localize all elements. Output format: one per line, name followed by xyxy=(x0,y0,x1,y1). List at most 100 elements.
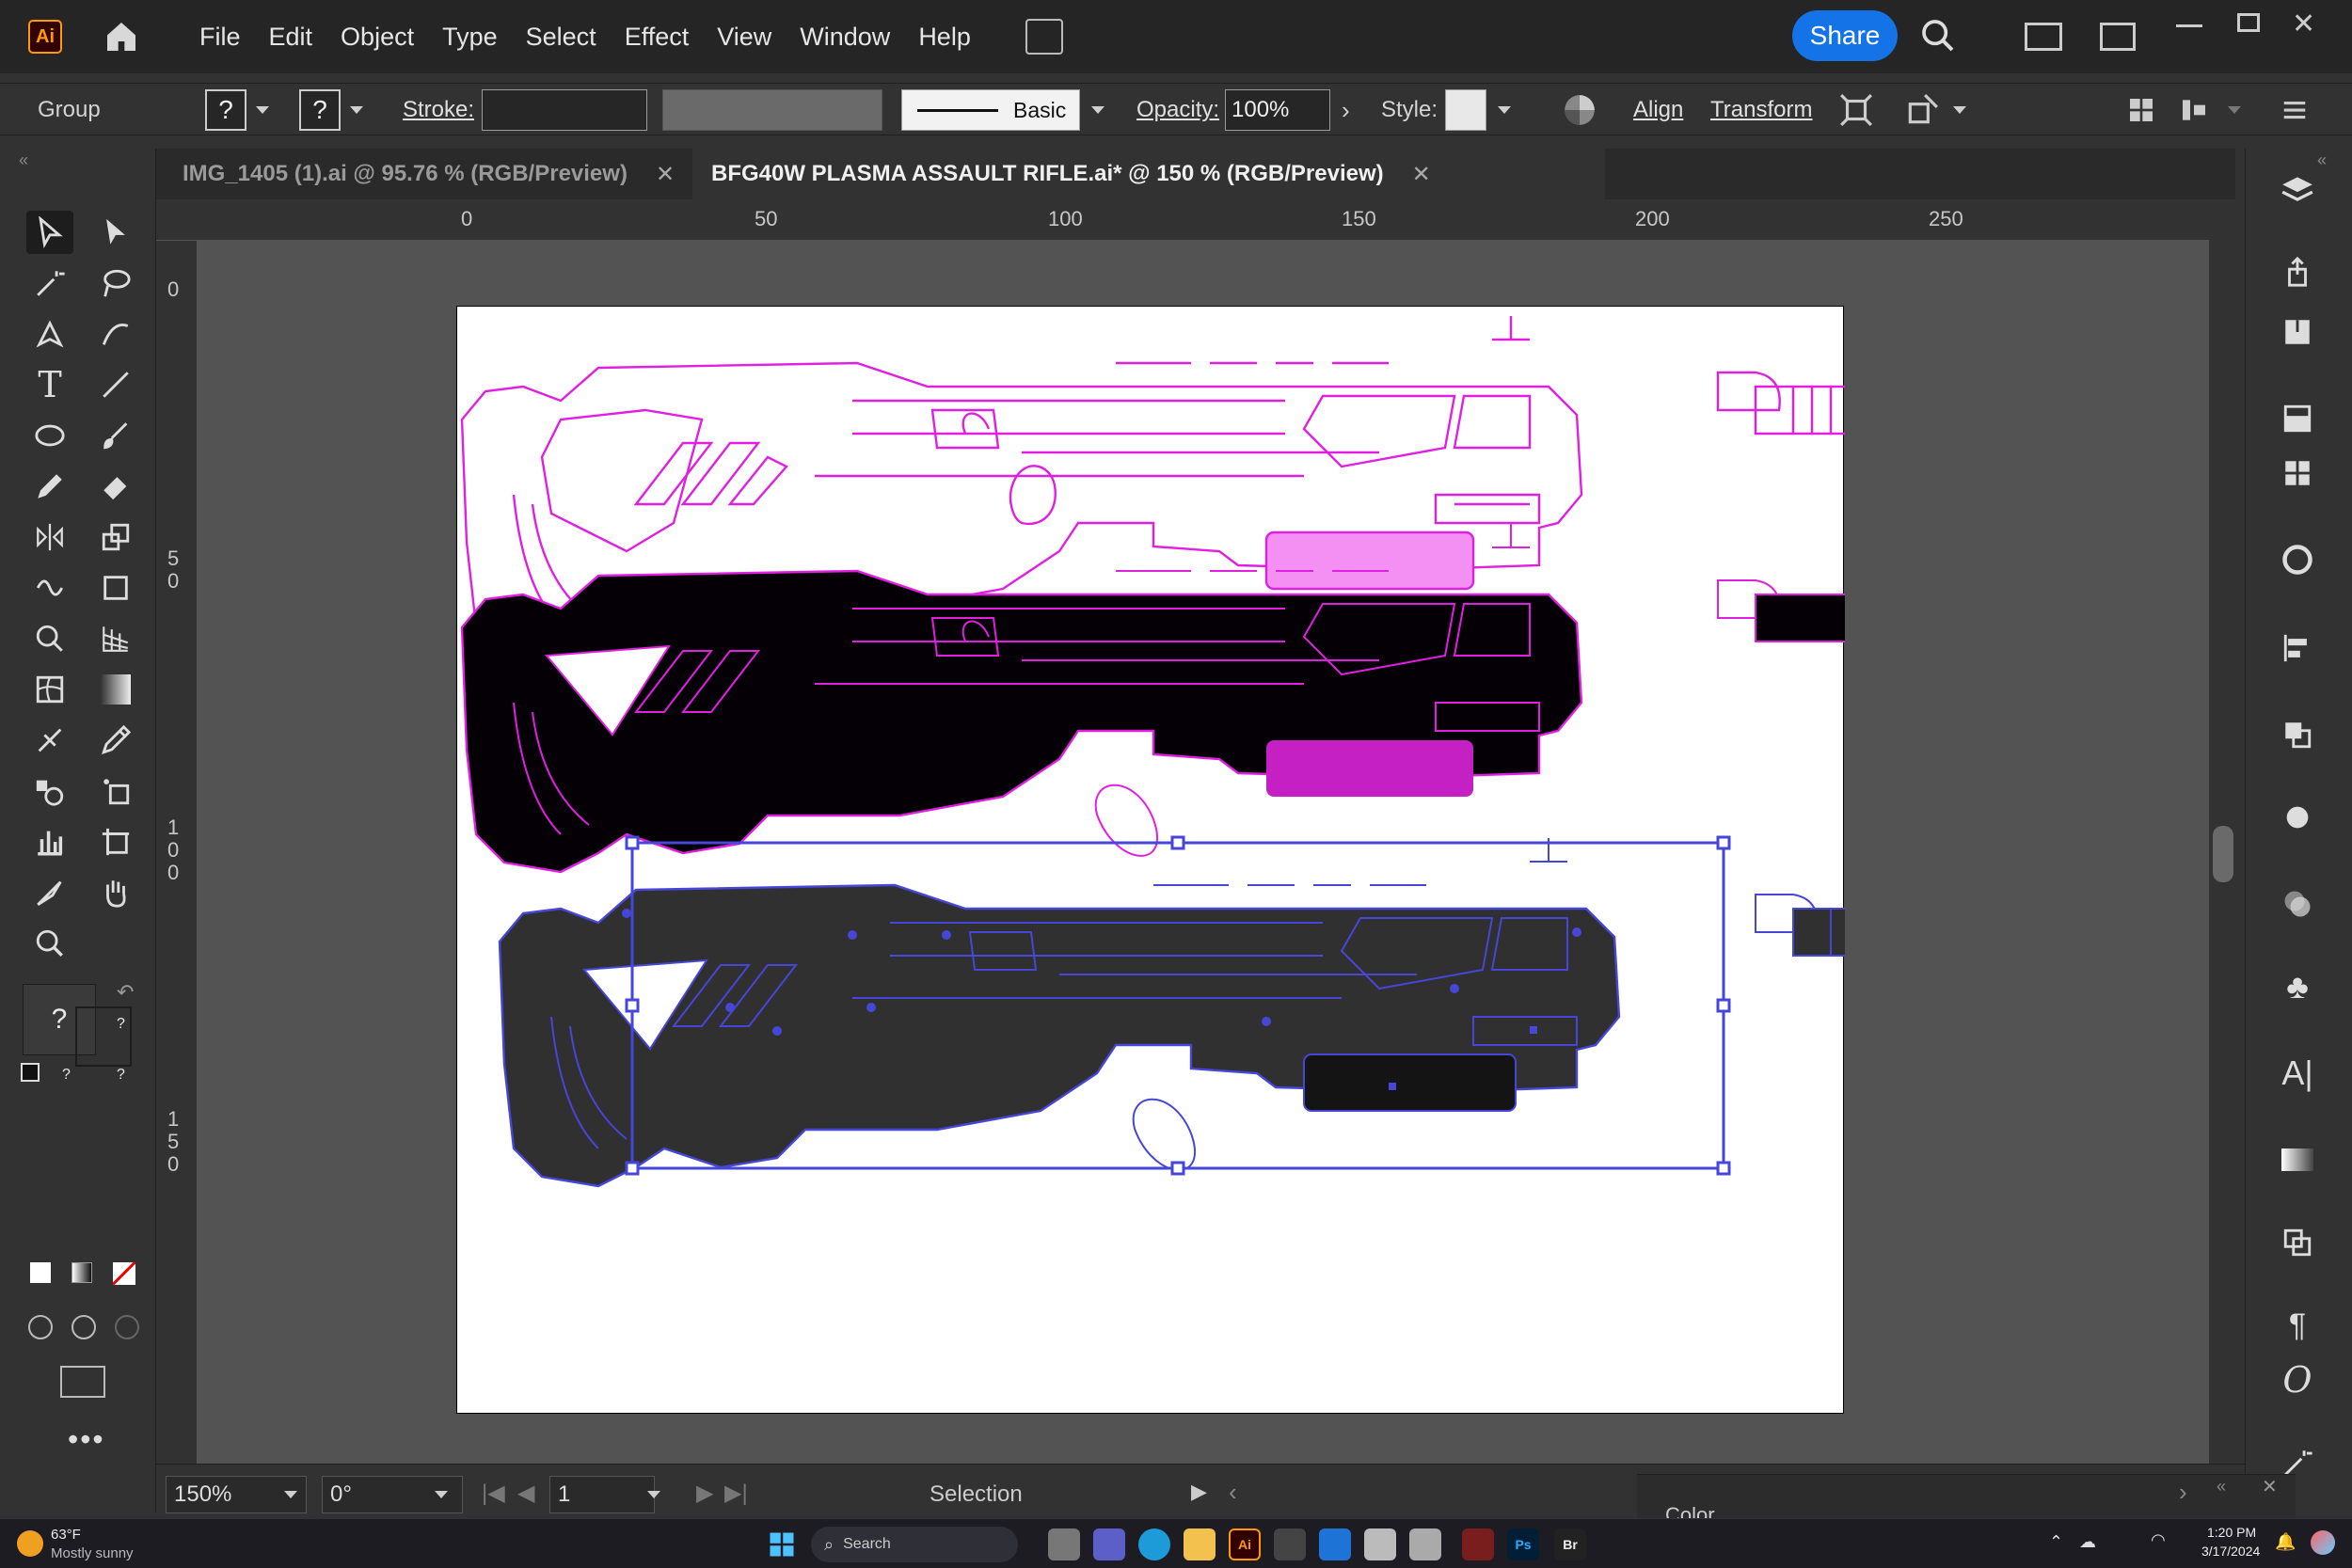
illustrator-taskbar-icon[interactable]: Ai xyxy=(1229,1528,1261,1560)
symbol-sprayer-tool-icon[interactable] xyxy=(26,769,73,813)
eyedropper-tool-icon[interactable] xyxy=(92,719,139,762)
tab-img-1405[interactable]: IMG_1405 (1).ai @ 95.76 % (RGB/Preview) … xyxy=(183,149,675,199)
tab-bfg40w[interactable]: BFG40W PLASMA ASSAULT RIFLE.ai* @ 150 % … xyxy=(692,149,1605,199)
menu-help[interactable]: Help xyxy=(918,23,971,52)
onedrive-icon[interactable]: ☁ xyxy=(2079,1532,2096,1552)
last-artboard-icon[interactable]: ▶| xyxy=(724,1480,748,1507)
scale-tool-icon[interactable] xyxy=(92,515,139,559)
curvature-tool-icon[interactable] xyxy=(92,312,139,356)
draw-inside-icon[interactable] xyxy=(115,1315,139,1339)
search-icon[interactable] xyxy=(1919,17,1957,59)
draw-normal-icon[interactable] xyxy=(28,1315,53,1339)
app-icon[interactable] xyxy=(1409,1528,1441,1560)
layers-icon[interactable] xyxy=(2274,166,2321,213)
pathfinder-icon[interactable] xyxy=(2274,711,2321,758)
maximize-icon[interactable] xyxy=(2237,13,2260,32)
distribute-icon[interactable] xyxy=(2179,84,2209,136)
photoshop-icon[interactable]: Ps xyxy=(1507,1528,1539,1560)
paintbrush-tool-icon[interactable] xyxy=(92,414,139,457)
distribute-dropdown-icon[interactable] xyxy=(2228,84,2241,136)
isolate-group-icon[interactable] xyxy=(1838,84,1874,136)
status-menu-icon[interactable]: ▶ xyxy=(1191,1480,1207,1504)
opacity-field[interactable]: 100% xyxy=(1225,89,1330,131)
copilot-icon[interactable] xyxy=(2311,1530,2335,1555)
type-tool-icon[interactable]: T xyxy=(26,363,73,406)
taskbar-search-box[interactable]: ⌕ Search xyxy=(811,1527,1018,1562)
zoom-tool-icon[interactable] xyxy=(26,922,73,965)
next-artboard-icon[interactable]: ▶ xyxy=(696,1480,713,1507)
swap-fill-stroke-icon[interactable]: ↶ xyxy=(117,980,134,1005)
gradient-panel-icon[interactable] xyxy=(2274,1136,2321,1183)
menu-edit[interactable]: Edit xyxy=(269,23,313,52)
close-tab-icon[interactable]: ✕ xyxy=(1412,161,1431,188)
paragraph-icon[interactable]: ¶ xyxy=(2274,1302,2321,1349)
close-tab-icon[interactable]: ✕ xyxy=(656,161,675,188)
color-mode-icon[interactable] xyxy=(30,1262,51,1283)
collapse-icon[interactable]: « xyxy=(19,150,28,170)
default-fill-stroke-icon[interactable] xyxy=(21,1063,40,1082)
opacity-arrow-icon[interactable]: › xyxy=(1342,84,1350,136)
store-icon[interactable] xyxy=(1274,1528,1306,1560)
free-transform-tool-icon[interactable] xyxy=(92,566,139,610)
reflect-tool-icon[interactable] xyxy=(26,515,73,559)
minimize-icon[interactable] xyxy=(2176,24,2202,27)
menu-effect[interactable]: Effect xyxy=(625,23,690,52)
teams-icon[interactable] xyxy=(1093,1528,1125,1560)
gradient-mode-icon[interactable] xyxy=(72,1262,92,1283)
blend-tool-icon[interactable] xyxy=(26,719,73,762)
wifi-icon[interactable]: ◠ xyxy=(2151,1530,2166,1550)
fill-dropdown-icon[interactable] xyxy=(256,84,269,136)
close-icon[interactable]: ✕ xyxy=(2292,8,2315,40)
home-icon[interactable] xyxy=(100,15,143,58)
notification-bell-icon[interactable]: 🔔 xyxy=(2275,1532,2296,1552)
asset-export-icon[interactable] xyxy=(2274,248,2321,295)
character-icon[interactable]: A| xyxy=(2274,1050,2321,1097)
shape-builder-tool-icon[interactable] xyxy=(26,617,73,660)
puppet-warp-icon[interactable] xyxy=(1904,84,1940,136)
swatches-icon[interactable] xyxy=(2274,450,2321,497)
column-graph-tool-icon[interactable] xyxy=(26,820,73,863)
opacity-label[interactable]: Opacity: xyxy=(1136,84,1219,136)
transform-panel-icon[interactable] xyxy=(2274,1219,2321,1266)
pen-tool-icon[interactable] xyxy=(26,312,73,356)
menu-select[interactable]: Select xyxy=(526,23,596,52)
task-view-icon[interactable] xyxy=(1048,1528,1080,1560)
scroll-thumb[interactable] xyxy=(2213,826,2233,882)
recolor-artwork-icon[interactable] xyxy=(1562,84,1597,136)
clock-time[interactable]: 1:20 PM xyxy=(2207,1525,2256,1540)
close-panel-icon[interactable]: ✕ xyxy=(2262,1475,2278,1498)
bridge-icon[interactable]: Br xyxy=(1554,1528,1586,1560)
style-dropdown-icon[interactable] xyxy=(1498,84,1511,136)
warp-dropdown-icon[interactable] xyxy=(1953,84,1966,136)
menu-view[interactable]: View xyxy=(717,23,771,52)
rotation-dropdown-icon[interactable] xyxy=(435,1491,448,1498)
pencil-tool-icon[interactable] xyxy=(26,465,73,508)
arrange-documents-icon[interactable] xyxy=(2100,23,2136,51)
hand-tool-icon[interactable] xyxy=(92,871,139,914)
selection-tool-icon[interactable] xyxy=(26,211,73,254)
brush-definition[interactable]: Basic xyxy=(901,89,1080,131)
stroke-label[interactable]: Stroke: xyxy=(403,84,474,136)
weather-icon[interactable] xyxy=(17,1530,43,1557)
artboard-dropdown-icon[interactable] xyxy=(647,1491,660,1498)
stroke-weight-field[interactable] xyxy=(482,89,647,131)
change-screen-mode-icon[interactable] xyxy=(60,1366,105,1398)
variable-width-profile[interactable] xyxy=(662,89,882,131)
align-link[interactable]: Align xyxy=(1633,84,1683,136)
ellipse-tool-icon[interactable] xyxy=(26,414,73,457)
first-artboard-icon[interactable]: |◀ xyxy=(482,1480,505,1507)
slice-tool-icon[interactable] xyxy=(26,871,73,914)
artboard-tool-icon[interactable] xyxy=(92,820,139,863)
transform-link[interactable]: Transform xyxy=(1710,84,1812,136)
warp-tool-icon[interactable] xyxy=(26,566,73,610)
symbols-icon[interactable]: ♣ xyxy=(2274,963,2321,1010)
edit-toolbar-icon[interactable]: ••• xyxy=(68,1422,105,1457)
vertical-scrollbar[interactable] xyxy=(2209,199,2237,1464)
scroll-right-icon[interactable]: › xyxy=(2179,1478,2187,1507)
mesh-tool-icon[interactable] xyxy=(26,668,73,711)
scroll-left-icon[interactable]: ‹ xyxy=(1229,1478,1237,1507)
menu-type[interactable]: Type xyxy=(442,23,498,52)
snipping-tool-icon[interactable] xyxy=(1364,1528,1396,1560)
share-for-review-icon[interactable] xyxy=(1025,19,1063,55)
line-segment-tool-icon[interactable] xyxy=(92,363,139,406)
